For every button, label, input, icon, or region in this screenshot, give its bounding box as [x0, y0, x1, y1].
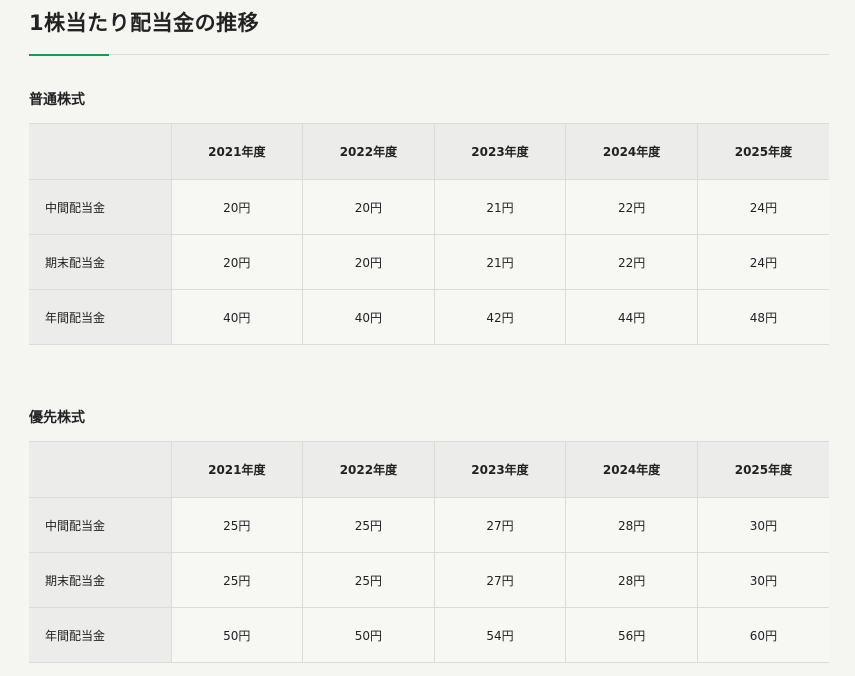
column-header: 2024年度: [565, 123, 698, 180]
table-cell: 20円: [170, 234, 303, 290]
table-cell: 56円: [565, 607, 698, 663]
table-cell: 27円: [433, 552, 566, 608]
table-row: 年間配当金 50円 50円 54円 56円 60円: [29, 607, 829, 663]
table-cell: 54円: [433, 607, 566, 663]
table-cell: 24円: [696, 234, 829, 290]
column-header: 2022年度: [302, 441, 435, 498]
table-cell: 20円: [302, 234, 435, 290]
table-cell: 50円: [170, 607, 303, 663]
table-row: 期末配当金 25円 25円 27円 28円 30円: [29, 552, 829, 608]
table-row: 期末配当金 20円 20円 21円 22円 24円: [29, 234, 829, 290]
column-header: 2022年度: [302, 123, 435, 180]
table-cell: 20円: [170, 179, 303, 235]
column-header: 2024年度: [565, 441, 698, 498]
row-label: 中間配当金: [29, 179, 171, 235]
table-cell: 25円: [302, 552, 435, 608]
table-cell: 22円: [565, 234, 698, 290]
row-label: 年間配当金: [29, 607, 171, 663]
column-header: 2021年度: [170, 441, 303, 498]
row-label: 期末配当金: [29, 234, 171, 290]
table-cell: 30円: [696, 552, 829, 608]
table-cell: 20円: [302, 179, 435, 235]
table-row: 中間配当金 25円 25円 27円 28円 30円: [29, 497, 829, 553]
row-label: 期末配当金: [29, 552, 171, 608]
table-cell: 50円: [302, 607, 435, 663]
table-cell: 42円: [433, 289, 566, 345]
table-cell: 28円: [565, 552, 698, 608]
column-header: 2025年度: [696, 441, 829, 498]
table-cell: 21円: [433, 234, 566, 290]
table-cell: 30円: [696, 497, 829, 553]
table-cell: 40円: [302, 289, 435, 345]
table-cell: 60円: [696, 607, 829, 663]
table-row: 中間配当金 20円 20円 21円 22円 24円: [29, 179, 829, 235]
table-cell: 40円: [170, 289, 303, 345]
table-header-row: 2021年度 2022年度 2023年度 2024年度 2025年度: [29, 441, 829, 498]
table-header-row: 2021年度 2022年度 2023年度 2024年度 2025年度: [29, 123, 829, 180]
row-label: 中間配当金: [29, 497, 171, 553]
common-stock-dividend-table: 2021年度 2022年度 2023年度 2024年度 2025年度 中間配当金…: [29, 123, 829, 345]
column-header: 2025年度: [696, 123, 829, 180]
title-divider: [29, 54, 829, 55]
row-label: 年間配当金: [29, 289, 171, 345]
table-cell: 27円: [433, 497, 566, 553]
column-header: 2023年度: [433, 441, 566, 498]
table-corner-cell: [29, 123, 171, 180]
column-header: 2021年度: [170, 123, 303, 180]
table-row: 年間配当金 40円 40円 42円 44円 48円: [29, 289, 829, 345]
table-cell: 28円: [565, 497, 698, 553]
section-heading-common-stock: 普通株式: [29, 92, 85, 108]
preferred-stock-dividend-table: 2021年度 2022年度 2023年度 2024年度 2025年度 中間配当金…: [29, 441, 829, 663]
page: 1株当たり配当金の推移 普通株式 2021年度 2022年度 2023年度 20…: [0, 0, 855, 676]
table-cell: 25円: [170, 552, 303, 608]
table-cell: 48円: [696, 289, 829, 345]
table-cell: 25円: [302, 497, 435, 553]
table-corner-cell: [29, 441, 171, 498]
column-header: 2023年度: [433, 123, 566, 180]
table-cell: 21円: [433, 179, 566, 235]
title-accent-bar: [29, 54, 109, 56]
table-cell: 25円: [170, 497, 303, 553]
table-cell: 24円: [696, 179, 829, 235]
section-heading-preferred-stock: 優先株式: [29, 410, 85, 426]
table-cell: 44円: [565, 289, 698, 345]
page-title: 1株当たり配当金の推移: [29, 11, 260, 35]
table-cell: 22円: [565, 179, 698, 235]
